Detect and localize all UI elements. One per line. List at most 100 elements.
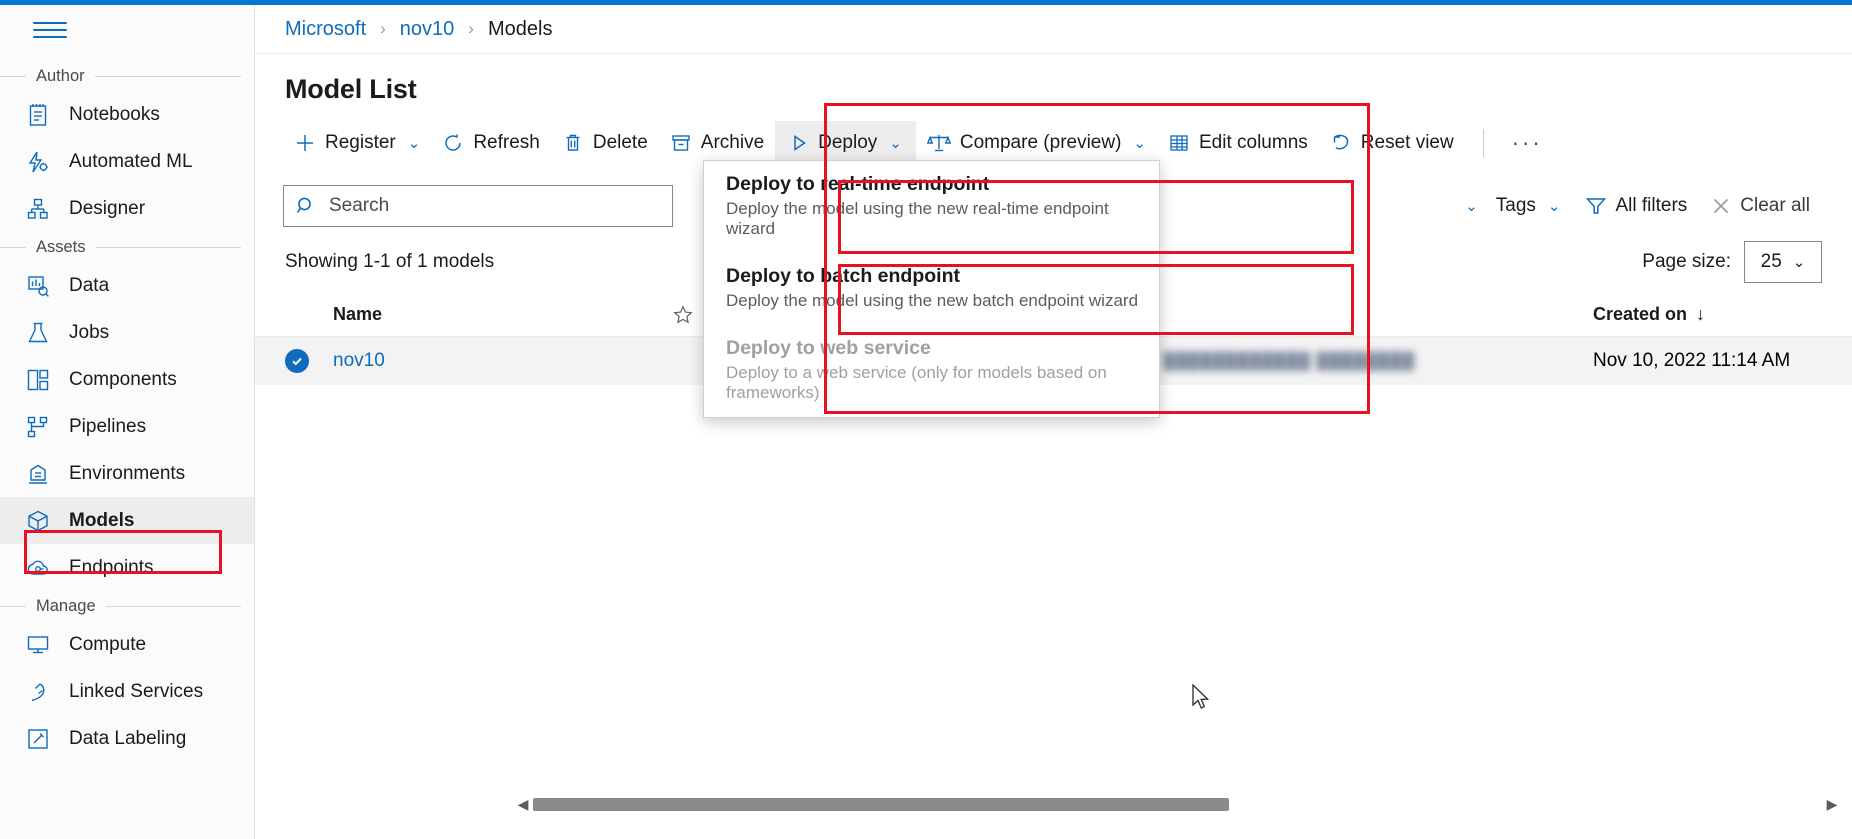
- search-input[interactable]: [327, 194, 660, 218]
- clear-all-button[interactable]: Clear all: [1699, 186, 1822, 226]
- page-size-value: 25: [1760, 251, 1782, 272]
- sidebar-group-manage: Manage: [0, 591, 254, 621]
- environments-icon: [25, 461, 51, 487]
- scrollbar-thumb[interactable]: [533, 797, 1230, 811]
- breadcrumb-item-models: Models: [487, 17, 553, 40]
- compare-button[interactable]: Compare (preview) ⌄: [916, 121, 1157, 165]
- created-on-label: Created on: [1593, 304, 1688, 324]
- breadcrumb-item-microsoft[interactable]: Microsoft: [285, 18, 366, 41]
- sidebar-item-label: Compute: [69, 633, 147, 655]
- sidebar-group-label: Author: [36, 66, 85, 85]
- sidebar-item-data[interactable]: Data: [0, 262, 254, 309]
- sidebar-item-environments[interactable]: Environments: [0, 450, 254, 497]
- more-commands-button[interactable]: ···: [1502, 130, 1553, 156]
- page-size-control: Page size: 25 ⌄: [1642, 241, 1822, 283]
- reset-view-label: Reset view: [1360, 132, 1454, 153]
- chevron-down-icon: ⌄: [1133, 135, 1146, 152]
- sidebar-item-automated-ml[interactable]: Automated ML: [0, 138, 254, 185]
- page-size-select[interactable]: 25 ⌄: [1744, 241, 1822, 283]
- horizontal-scrollbar[interactable]: ◀ ▶: [513, 796, 1842, 812]
- endpoints-icon: [25, 555, 51, 581]
- sidebar-item-label: Components: [69, 368, 177, 390]
- scrollbar-track[interactable]: [533, 797, 1822, 811]
- scroll-left-arrow-icon[interactable]: ◀: [513, 796, 533, 813]
- deploy-button[interactable]: Deploy ⌄: [775, 121, 916, 165]
- archive-icon: [670, 132, 692, 154]
- sidebar-item-data-labeling[interactable]: Data Labeling: [0, 715, 254, 762]
- reset-view-button[interactable]: Reset view: [1319, 121, 1465, 165]
- sidebar-item-label: Notebooks: [69, 103, 160, 125]
- chevron-down-icon: ⌄: [1465, 198, 1478, 215]
- cell-created-on: Nov 10, 2022 11:14 AM: [1593, 350, 1791, 371]
- sidebar-item-label: Endpoints: [69, 556, 154, 578]
- sidebar-item-components[interactable]: Components: [0, 356, 254, 403]
- deploy-label: Deploy: [818, 132, 878, 153]
- sidebar-item-label: Designer: [69, 197, 146, 219]
- sidebar-group-label: Assets: [36, 237, 86, 256]
- showing-count-text: Showing 1-1 of 1 models: [285, 251, 495, 272]
- sidebar-item-label: Automated ML: [69, 150, 193, 172]
- toolbar-divider: [1482, 129, 1484, 157]
- sidebar-item-label: Data: [69, 274, 110, 296]
- sort-descending-icon: ↓: [1696, 304, 1706, 324]
- column-header-name[interactable]: Name: [333, 304, 633, 325]
- sidebar-item-notebooks[interactable]: Notebooks: [0, 91, 254, 138]
- chevron-right-icon: ›: [468, 19, 474, 38]
- designer-icon: [25, 196, 51, 222]
- delete-label: Delete: [592, 132, 648, 153]
- register-button[interactable]: Register ⌄: [283, 121, 431, 165]
- sidebar-item-label: Environments: [69, 462, 186, 484]
- menu-item-description: Deploy to a web service (only for models…: [726, 363, 1107, 402]
- sidebar-item-label: Data Labeling: [69, 727, 187, 749]
- edit-columns-button[interactable]: Edit columns: [1157, 121, 1319, 165]
- sidebar-item-linked-services[interactable]: Linked Services: [0, 668, 254, 715]
- sidebar-item-label: Pipelines: [69, 415, 147, 437]
- components-icon: [25, 367, 51, 393]
- delete-button[interactable]: Delete: [551, 121, 659, 165]
- column-filter-dropdown[interactable]: ⌄: [1456, 186, 1484, 226]
- menu-item-title: Deploy to web service: [726, 337, 931, 359]
- chevron-down-icon: ⌄: [1792, 254, 1806, 271]
- chevron-down-icon: ⌄: [889, 135, 902, 152]
- left-sidebar: Author Notebooks Automated ML Designer A…: [0, 5, 255, 839]
- undo-icon: [1330, 132, 1352, 154]
- archive-label: Archive: [700, 132, 765, 153]
- sidebar-item-designer[interactable]: Designer: [0, 185, 254, 232]
- main-content: Microsoft › nov10 › Models Model List Re…: [255, 5, 1852, 839]
- trash-icon: [562, 132, 584, 154]
- cell-model-name[interactable]: nov10: [333, 350, 633, 372]
- row-checkbox[interactable]: [285, 349, 333, 373]
- breadcrumb-item-nov10[interactable]: nov10: [400, 18, 455, 41]
- scroll-right-arrow-icon[interactable]: ▶: [1822, 796, 1842, 813]
- sidebar-item-jobs[interactable]: Jobs: [0, 309, 254, 356]
- sidebar-item-models[interactable]: Models: [0, 497, 254, 544]
- tags-filter-button[interactable]: Tags ⌄: [1484, 186, 1573, 226]
- close-icon: [1711, 196, 1731, 216]
- breadcrumb: Microsoft › nov10 › Models: [255, 5, 1852, 54]
- automated-ml-icon: [25, 149, 51, 175]
- column-header-created-on[interactable]: Created on ↓: [1593, 304, 1852, 325]
- sidebar-item-endpoints[interactable]: Endpoints: [0, 544, 254, 591]
- archive-button[interactable]: Archive: [659, 121, 775, 165]
- menu-item-description: Deploy the model using the new real-time…: [726, 199, 1109, 238]
- menu-item-deploy-batch-endpoint[interactable]: Deploy to batch endpoint Deploy the mode…: [704, 253, 1159, 325]
- pipelines-icon: [25, 414, 51, 440]
- all-filters-label: All filters: [1615, 195, 1688, 216]
- chevron-down-icon: ⌄: [1547, 198, 1561, 215]
- menu-item-deploy-realtime-endpoint[interactable]: Deploy to real-time endpoint Deploy the …: [704, 161, 1159, 253]
- search-box[interactable]: [283, 185, 673, 227]
- sidebar-group-assets: Assets: [0, 232, 254, 262]
- sidebar-item-compute[interactable]: Compute: [0, 621, 254, 668]
- sidebar-item-label: Models: [69, 509, 135, 531]
- funnel-icon: [1585, 196, 1607, 216]
- model-name-link[interactable]: nov10: [333, 350, 385, 371]
- all-filters-button[interactable]: All filters: [1573, 186, 1700, 226]
- notebook-icon: [25, 102, 51, 128]
- refresh-button[interactable]: Refresh: [431, 121, 551, 165]
- tags-label: Tags: [1495, 195, 1536, 216]
- hamburger-menu-icon[interactable]: [33, 22, 67, 46]
- sidebar-item-pipelines[interactable]: Pipelines: [0, 403, 254, 450]
- data-icon: [25, 273, 51, 299]
- page-title: Model List: [285, 74, 417, 104]
- table-columns-icon: [1168, 132, 1190, 154]
